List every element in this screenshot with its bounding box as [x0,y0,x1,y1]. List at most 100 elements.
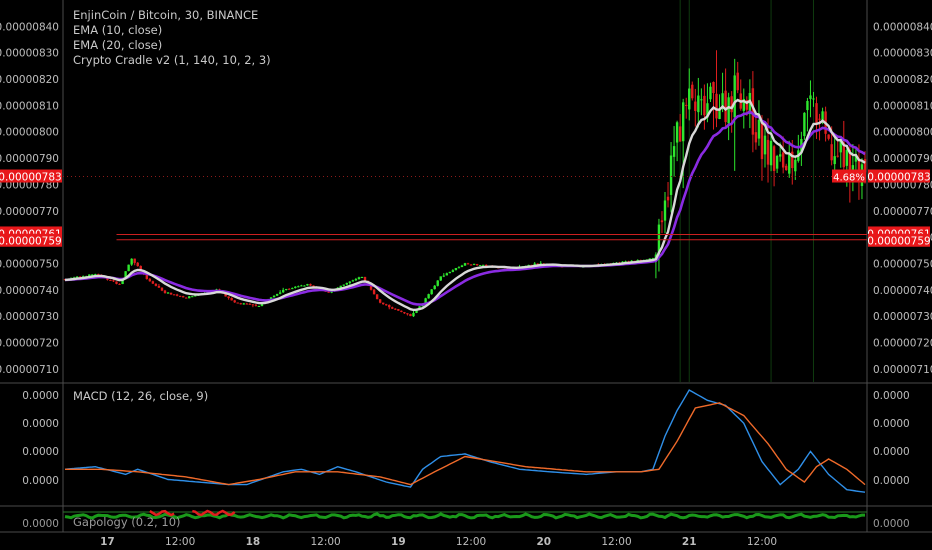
candle-body [175,294,179,296]
candle-body [236,302,239,304]
candle-body [818,118,821,120]
candle-body [363,276,367,281]
candle-body [342,284,345,286]
candle-body [181,296,185,298]
candle-body [285,288,288,290]
candle-body [439,276,442,281]
gap-tick-label-left: 0.0000 [22,518,59,530]
legend-ema10[interactable]: EMA (10, close) [73,23,271,38]
candle-body [281,289,285,293]
candle-body [239,303,242,305]
y-tick-label-right: 0.00000820 [873,74,932,86]
candle-body [681,102,685,142]
x-tick-label: 21 [682,536,697,548]
candle-body [436,280,439,286]
y-tick-label-left: 0.00000810 [0,100,59,112]
candle-body [766,139,770,165]
candle-body [294,286,297,289]
candle-body [445,273,449,276]
last-price-tag-right: 0.00000783 [867,172,930,184]
candle-body [466,263,470,265]
candle-body [112,280,115,282]
candle-body [351,280,355,282]
y-tick-label-left: 0.00000710 [0,364,59,376]
y-tick-label-right: 0.00000770 [873,206,932,218]
y-tick-label-left: 0.00000840 [0,21,59,33]
candle-body [815,103,818,123]
candle-body [375,294,379,300]
candle-body [700,99,703,101]
candle-body [830,144,833,161]
candle-body [109,279,112,281]
legend-ema20[interactable]: EMA (20, close) [73,38,271,53]
candle-body [672,146,676,157]
candle-body [151,281,155,284]
macd-tick-label-right: 0.0000 [873,390,910,402]
x-tick-label: 18 [246,536,261,548]
candle-body [769,140,773,166]
candle-body [469,264,473,266]
candle-body [227,296,230,298]
last-price-tag-left: 0.00000783 [0,172,62,184]
chart-background [0,0,932,550]
candle-body [278,292,282,294]
candle-body [718,110,721,120]
x-tick-label: 12:00 [310,536,340,548]
legend-crypto-cradle[interactable]: Crypto Cradle v2 (1, 140, 10, 2, 3) [73,53,271,68]
y-tick-label-left: 0.00000820 [0,74,59,86]
candle-body [378,299,382,303]
x-tick-label: 12:00 [601,536,631,548]
y-tick-label-right: 0.00000740 [873,285,932,297]
candle-body [169,292,173,295]
candle-body [178,295,182,297]
candle-body [409,314,412,317]
macd-legend[interactable]: MACD (12, 26, close, 9) [73,389,208,403]
gap-tick-label-right: 0.0000 [873,518,910,530]
candle-body [242,303,245,305]
candle-body [660,220,664,223]
candle-body [327,291,330,293]
y-tick-label-left: 0.00000830 [0,48,59,60]
candle-body [300,285,303,287]
y-tick-label-right: 0.00000840 [873,21,932,33]
level-tag-right: 0.00000759 [867,236,930,248]
x-tick-label: 12:00 [165,536,195,548]
macd-tick-label-left: 0.0000 [22,446,59,458]
y-tick-label-left: 0.00000740 [0,285,59,297]
candle-body [136,262,139,267]
candle-body [191,296,194,298]
y-tick-label-left: 0.00000730 [0,311,59,323]
candle-body [475,264,479,266]
candle-body [763,135,767,155]
candle-body [188,296,191,299]
candle-body [463,263,467,266]
candle-body [291,288,294,290]
candle-body [809,95,812,99]
candle-body [157,285,161,288]
candle-body [454,267,458,271]
y-tick-label-right: 0.00000730 [873,311,932,323]
candle-body [478,265,482,267]
gapology-legend[interactable]: Gapology (0.2, 10) [73,515,181,529]
candle-body [760,120,764,160]
candle-body [691,84,694,99]
candle-body [233,300,236,303]
candle-body [303,285,306,287]
candle-body [697,95,700,113]
candle-body [781,152,785,168]
candle-body [663,200,667,221]
candle-body [127,264,130,272]
y-tick-label-left: 0.00000800 [0,127,59,139]
candle-body [736,72,739,91]
trading-chart[interactable]: 0.00000710 0.00000710 0.00000720 0.00000720… [0,0,932,550]
candle-body [754,132,758,143]
candle-body [457,267,461,269]
chart-title[interactable]: EnjinCoin / Bitcoin, 30, BINANCE [73,8,271,23]
candle-body [348,281,352,283]
candle-body [812,98,815,100]
y-tick-label-right: 0.00000810 [873,100,932,112]
candle-body [433,285,436,290]
candle-body [118,283,121,285]
candle-body [688,88,691,110]
macd-tick-label-left: 0.0000 [22,475,59,487]
